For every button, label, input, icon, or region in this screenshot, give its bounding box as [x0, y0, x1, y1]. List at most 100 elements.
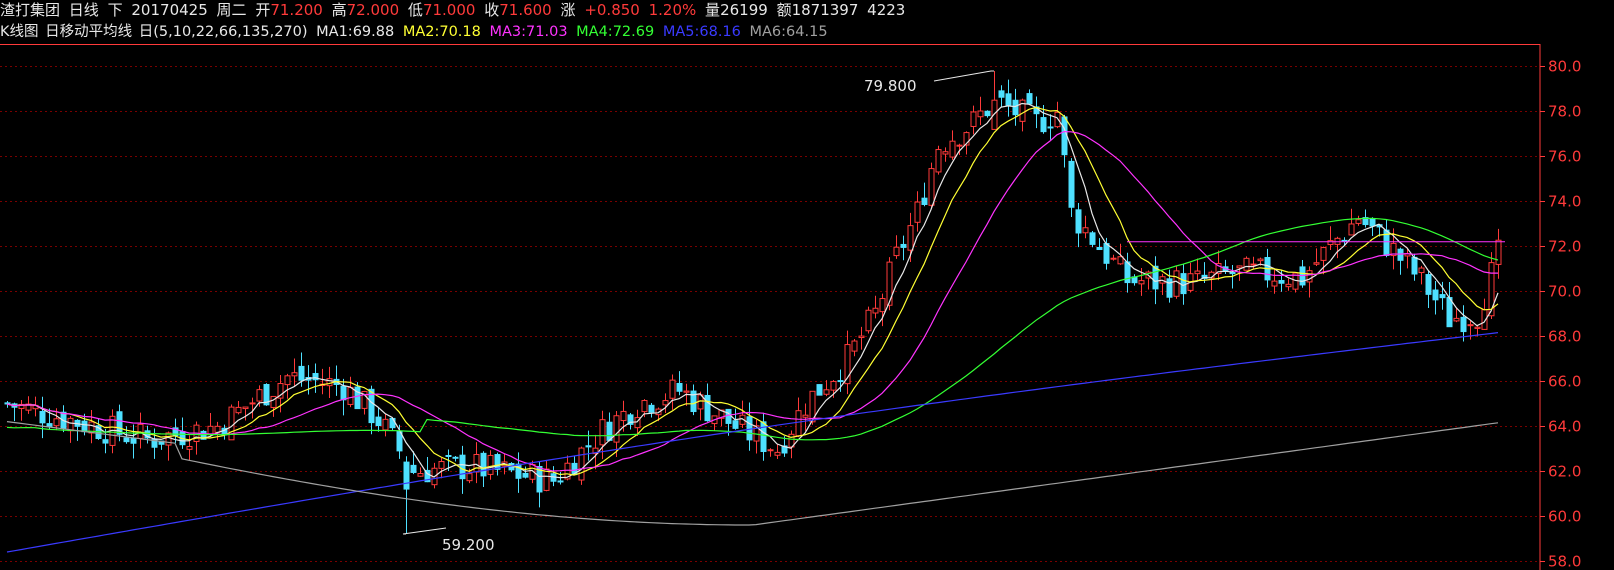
candle-body: [1082, 227, 1089, 234]
candle-body: [928, 168, 935, 206]
candle-body: [53, 418, 60, 427]
candle-body: [1089, 232, 1096, 245]
candle-body: [1166, 278, 1173, 298]
close-value: 71.600: [499, 1, 552, 19]
candle-body: [1446, 297, 1453, 328]
kline-chart[interactable]: 58.0 60.0 62.0 64.0 66.0 68.0 70.0 72.0 74.0 76.0…: [0, 44, 1614, 570]
amount-label: 额: [776, 1, 792, 19]
volume-label: 量: [705, 1, 721, 19]
candle-body: [445, 454, 452, 457]
candle-body: [242, 406, 249, 410]
change-value: +0.850: [584, 1, 640, 19]
candle-body: [1194, 270, 1201, 275]
period-label[interactable]: 日线: [69, 0, 99, 20]
ma-params[interactable]: 日(5,10,22,66,135,270): [139, 22, 308, 42]
adjust-label[interactable]: 下: [108, 0, 123, 20]
y-tick-label: 80.0: [1548, 58, 1581, 76]
candle-body: [1467, 324, 1474, 327]
candle-body: [1250, 263, 1257, 266]
ma1-readout: MA1:69.88: [316, 24, 395, 40]
stock-name[interactable]: 渣打集团: [0, 0, 60, 20]
candle-body: [291, 372, 298, 377]
candle-body: [46, 423, 53, 427]
candle-body: [102, 439, 109, 444]
annotation-leader: [402, 527, 447, 535]
candle-body: [340, 385, 347, 401]
candle-body: [543, 468, 550, 491]
candle-body: [802, 414, 809, 418]
ma4-readout: MA4:72.69: [576, 24, 655, 40]
quote-weekday: 周二: [216, 1, 247, 19]
open-field: 开71.200: [255, 0, 327, 20]
candle-body: [893, 246, 900, 257]
candle-body: [1103, 243, 1110, 264]
candle-body: [1236, 265, 1243, 269]
candle-body: [620, 410, 627, 422]
ma5-line: [6, 332, 1499, 553]
candle-body: [907, 225, 914, 251]
open-value: 71.200: [270, 1, 323, 19]
close-field: 收71.600: [484, 0, 556, 20]
candle-body: [662, 400, 669, 406]
candle-body: [1040, 117, 1047, 133]
candle-body: [298, 365, 305, 381]
chart-type-label[interactable]: K线图: [0, 22, 39, 42]
candle-body: [284, 375, 291, 386]
candle-body: [1348, 223, 1355, 236]
candle-body: [165, 432, 172, 446]
quote-date: 20170425: [131, 1, 208, 19]
candle-body: [1313, 262, 1320, 265]
candle-body: [487, 454, 494, 475]
ma4-line: [6, 217, 1499, 441]
candle-body: [732, 420, 739, 429]
candle-body: [823, 389, 830, 395]
close-label: 收: [484, 1, 500, 19]
candle-body: [410, 464, 417, 473]
amount-field: 额1871397: [777, 0, 863, 20]
candle-body: [235, 406, 242, 414]
candle-body: [515, 463, 522, 479]
candle-body: [998, 90, 1005, 98]
candle-body: [1138, 280, 1145, 285]
y-tick-label: 70.0: [1548, 283, 1581, 301]
candle-body: [123, 437, 130, 443]
candle-body: [669, 379, 676, 399]
candle-body: [417, 473, 424, 477]
volume-value: 26199: [720, 1, 768, 19]
candle-body: [466, 473, 473, 482]
ma3-readout: MA3:71.03: [489, 24, 568, 40]
candle-body: [1439, 294, 1446, 299]
candle-body: [949, 140, 956, 158]
candle-body: [347, 386, 354, 405]
ma2-readout: MA2:70.18: [402, 24, 481, 40]
y-tick-label: 60.0: [1548, 508, 1581, 526]
y-tick-label: 76.0: [1548, 148, 1581, 166]
candle-body: [599, 419, 606, 446]
candle-body: [585, 445, 592, 448]
candle-body: [746, 416, 753, 441]
extra-value: 4223: [867, 1, 906, 19]
candle-body: [1369, 218, 1376, 227]
candle-body: [942, 151, 949, 155]
amount-value: 1871397: [791, 1, 859, 19]
y-tick-label: 62.0: [1548, 463, 1581, 481]
candle-body: [648, 404, 655, 413]
ma6-readout: MA6:64.15: [749, 24, 828, 40]
candle-body: [606, 421, 613, 441]
candle-body: [1096, 246, 1103, 251]
candle-body: [1173, 270, 1180, 297]
indicator-bar: K线图 日移动平均线 日(5,10,22,66,135,270) MA1:69.…: [0, 22, 832, 42]
candle-body: [39, 411, 46, 424]
candle-body: [1054, 111, 1061, 128]
low-field: 低71.000: [408, 0, 480, 20]
candle-body: [452, 456, 459, 459]
candle-body: [1180, 273, 1187, 295]
candle-body: [130, 437, 137, 444]
candle-body: [830, 380, 837, 391]
y-tick-label: 72.0: [1548, 238, 1581, 256]
candle-body: [480, 452, 487, 477]
candle-body: [256, 389, 263, 402]
ma-title[interactable]: 日移动平均线: [45, 22, 132, 42]
candle-body: [956, 144, 963, 147]
quote-header: 渣打集团 日线 下 20170425 周二 开71.200 高72.000 低7…: [0, 0, 1614, 20]
